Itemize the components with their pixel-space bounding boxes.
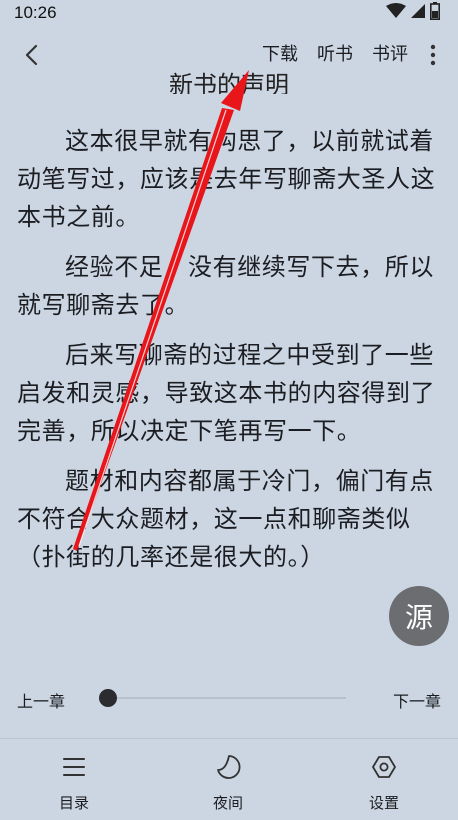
settings-icon bbox=[369, 752, 399, 782]
paragraph: 题材和内容都属于冷门，偏门有点不符合大众题材，这一点和聊斋类似（扑街的几率还是很… bbox=[17, 467, 434, 571]
review-button[interactable]: 书评 bbox=[372, 40, 408, 66]
bottom-nav: 目录 夜间 设置 bbox=[0, 740, 458, 820]
night-mode-button[interactable]: 夜间 bbox=[183, 752, 273, 813]
more-vertical-icon bbox=[430, 44, 436, 66]
cellular-signal-icon bbox=[410, 3, 426, 23]
back-arrow-icon bbox=[25, 44, 38, 66]
status-time: 10:26 bbox=[14, 3, 57, 22]
prev-chapter-button[interactable]: 上一章 bbox=[17, 688, 65, 712]
back-button[interactable] bbox=[18, 40, 46, 70]
more-menu-button[interactable] bbox=[424, 42, 442, 68]
night-label: 夜间 bbox=[212, 794, 243, 812]
top-actions: 下载 听书 书评 bbox=[262, 40, 408, 66]
wifi-icon bbox=[386, 3, 406, 23]
next-chapter-button[interactable]: 下一章 bbox=[393, 688, 441, 712]
divider bbox=[0, 738, 458, 739]
list-icon bbox=[59, 752, 89, 782]
reader-top-bar: 下载 听书 书评 bbox=[0, 36, 458, 74]
status-bar: 10:26 bbox=[0, 0, 458, 26]
listen-button[interactable]: 听书 bbox=[317, 40, 353, 66]
toc-label: 目录 bbox=[58, 794, 89, 812]
settings-button[interactable]: 设置 bbox=[339, 752, 429, 813]
moon-icon bbox=[213, 752, 243, 782]
settings-label: 设置 bbox=[368, 794, 399, 812]
chapter-title: 新书的声明 bbox=[169, 72, 289, 94]
source-button[interactable]: 源 bbox=[389, 586, 449, 646]
paragraph: 后来写聊斋的过程之中受到了一些启发和灵感，导致这本书的内容得到了完善，所以决定下… bbox=[17, 341, 436, 445]
chapter-progress-thumb[interactable] bbox=[99, 689, 117, 707]
paragraph: 经验不足，没有继续写下去，所以就写聊斋去了。 bbox=[17, 253, 434, 319]
paragraph: 这本很早就有构思了，以前就试着动笔写过，应该是去年写聊斋大圣人这本书之前。 bbox=[17, 127, 436, 231]
chapter-progress-track[interactable] bbox=[106, 697, 346, 699]
reading-content: 这本很早就有构思了，以前就试着动笔写过，应该是去年写聊斋大圣人这本书之前。 经验… bbox=[17, 122, 437, 588]
battery-icon bbox=[430, 2, 440, 24]
toc-button[interactable]: 目录 bbox=[29, 752, 119, 813]
download-button[interactable]: 下载 bbox=[262, 40, 298, 66]
status-icons bbox=[386, 2, 440, 24]
chapter-navigation: 上一章 下一章 bbox=[0, 672, 458, 724]
